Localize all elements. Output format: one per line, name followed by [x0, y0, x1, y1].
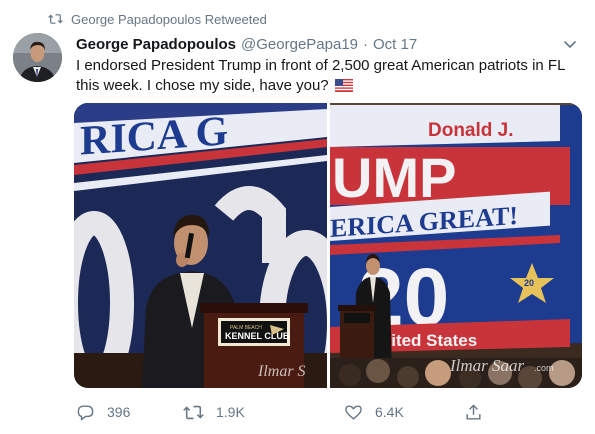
- reply-icon: [76, 403, 95, 422]
- tweet-header: George Papadopoulos @GeorgePapa19 · Oct …: [76, 33, 583, 55]
- heart-icon: [344, 403, 363, 422]
- tweet-media[interactable]: RICA G PALM BEACH KENNEL CLUB Ilmar S Do…: [74, 103, 582, 388]
- reply-count: 396: [107, 404, 131, 420]
- social-context[interactable]: George Papadopoulos Retweeted: [48, 10, 267, 28]
- social-context-text: George Papadopoulos Retweeted: [71, 11, 267, 27]
- chevron-down-icon[interactable]: [561, 35, 579, 53]
- retweet-button[interactable]: 1.9K: [183, 400, 245, 424]
- media-photo-speaker[interactable]: RICA G PALM BEACH KENNEL CLUB Ilmar S: [74, 103, 327, 388]
- podium-brand: KENNEL CLUB: [225, 331, 290, 341]
- like-count: 6.4K: [375, 404, 404, 420]
- retweet-icon: [48, 13, 63, 25]
- tweet-text-block: I endorsed President Trump in front of 2…: [76, 56, 586, 98]
- watermark-right-suffix: .com: [534, 363, 554, 373]
- tweet-actions: 396 1.9K 6.4K: [76, 400, 506, 424]
- banner-line-1: Donald J.: [428, 120, 514, 141]
- retweet-icon: [183, 404, 204, 421]
- avatar[interactable]: [13, 33, 62, 82]
- media-photo-stage[interactable]: Donald J. UMP ERICA GREAT! 20 20 he Unit…: [330, 103, 582, 388]
- reply-button[interactable]: 396: [76, 400, 130, 424]
- watermark-left: Ilmar S: [257, 363, 306, 380]
- share-icon: [464, 403, 483, 422]
- watermark-right: Ilmar Saar: [449, 356, 525, 375]
- retweet-count: 1.9K: [216, 404, 245, 420]
- share-button[interactable]: [464, 400, 483, 424]
- flag-us-icon: [334, 78, 353, 98]
- handle[interactable]: @GeorgePapa19: [241, 36, 358, 53]
- banner-seal: 20: [524, 278, 534, 288]
- like-button[interactable]: 6.4K: [344, 400, 404, 424]
- tweet-date[interactable]: Oct 17: [373, 36, 417, 53]
- display-name[interactable]: George Papadopoulos: [76, 36, 236, 53]
- separator-dot: ·: [363, 35, 369, 53]
- tweet-text: I endorsed President Trump in front of 2…: [76, 57, 565, 94]
